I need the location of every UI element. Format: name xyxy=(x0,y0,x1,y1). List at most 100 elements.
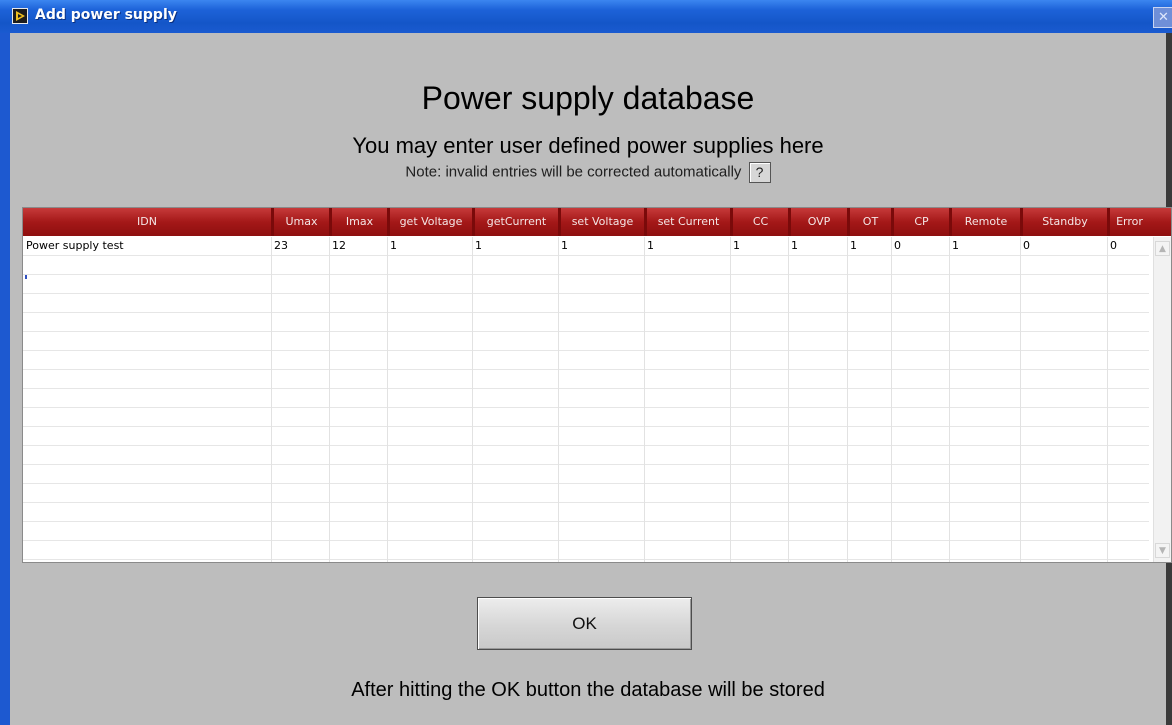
table-cell[interactable] xyxy=(472,332,558,351)
table-cell[interactable] xyxy=(329,465,387,484)
table-cell[interactable] xyxy=(329,275,387,294)
table-cell[interactable] xyxy=(387,256,472,275)
table-cell[interactable] xyxy=(847,351,891,370)
table-cell[interactable] xyxy=(23,370,271,389)
table-cell[interactable] xyxy=(788,522,847,541)
table-cell[interactable] xyxy=(558,275,644,294)
table-cell[interactable]: 1 xyxy=(949,237,1020,256)
table-cell[interactable] xyxy=(644,484,730,503)
table-cell[interactable] xyxy=(23,427,271,446)
table-cell[interactable] xyxy=(271,370,329,389)
table-row[interactable] xyxy=(23,370,1149,389)
table-cell[interactable] xyxy=(23,446,271,465)
table-cell[interactable] xyxy=(1107,503,1149,522)
table-cell[interactable] xyxy=(23,351,271,370)
column-header[interactable]: getCurrent xyxy=(472,208,558,236)
table-cell[interactable] xyxy=(891,446,949,465)
table-cell[interactable] xyxy=(472,465,558,484)
table-cell[interactable] xyxy=(271,275,329,294)
table-cell[interactable] xyxy=(558,503,644,522)
table-cell[interactable] xyxy=(1107,389,1149,408)
table-cell[interactable] xyxy=(558,522,644,541)
table-cell[interactable] xyxy=(949,332,1020,351)
table-cell[interactable] xyxy=(788,427,847,446)
table-cell[interactable]: 1 xyxy=(472,237,558,256)
table-cell[interactable]: 23 xyxy=(271,237,329,256)
table-row[interactable] xyxy=(23,389,1149,408)
table-cell[interactable] xyxy=(329,313,387,332)
table-cell[interactable] xyxy=(644,256,730,275)
table-cell[interactable] xyxy=(949,484,1020,503)
table-cell[interactable] xyxy=(847,522,891,541)
table-cell[interactable] xyxy=(788,465,847,484)
table-cell[interactable] xyxy=(1020,522,1107,541)
table-cell[interactable] xyxy=(23,313,271,332)
close-button[interactable]: ✕ xyxy=(1153,7,1172,28)
table-cell[interactable] xyxy=(949,275,1020,294)
table-cell[interactable]: 1 xyxy=(558,237,644,256)
table-cell[interactable] xyxy=(730,313,788,332)
table-cell[interactable] xyxy=(558,313,644,332)
table-cell[interactable] xyxy=(730,408,788,427)
table-cell[interactable] xyxy=(644,389,730,408)
table-cell[interactable] xyxy=(949,294,1020,313)
table-cell[interactable] xyxy=(558,351,644,370)
table-row[interactable] xyxy=(23,465,1149,484)
table-cell[interactable] xyxy=(949,351,1020,370)
table-cell[interactable]: 1 xyxy=(730,237,788,256)
table-cell[interactable] xyxy=(644,427,730,446)
table-cell[interactable] xyxy=(730,465,788,484)
table-row[interactable]: Power supply test 23 12 1 1 1 1 1 1 1 0 1 0 0 xyxy=(23,237,1149,256)
table-cell[interactable] xyxy=(788,389,847,408)
table-cell[interactable] xyxy=(730,294,788,313)
table-cell[interactable] xyxy=(891,351,949,370)
table-cell[interactable] xyxy=(1107,351,1149,370)
table-cell[interactable] xyxy=(891,522,949,541)
table-cell[interactable] xyxy=(472,256,558,275)
table-cell[interactable] xyxy=(1020,332,1107,351)
table-cell[interactable] xyxy=(558,389,644,408)
column-header[interactable]: Umax xyxy=(271,208,329,236)
table-cell[interactable]: 1 xyxy=(788,237,847,256)
table-cell[interactable] xyxy=(271,332,329,351)
table-cell[interactable] xyxy=(271,522,329,541)
table-cell[interactable] xyxy=(472,408,558,427)
table-row[interactable] xyxy=(23,351,1149,370)
table-cell[interactable] xyxy=(271,541,329,560)
table-cell[interactable]: 0 xyxy=(1107,237,1149,256)
table-row[interactable] xyxy=(23,256,1149,275)
table-cell[interactable] xyxy=(644,351,730,370)
table-scrollbar[interactable]: ▲ ▼ xyxy=(1153,237,1171,562)
table-cell[interactable] xyxy=(271,427,329,446)
table-cell[interactable] xyxy=(271,313,329,332)
table-cell[interactable] xyxy=(730,484,788,503)
table-cell[interactable] xyxy=(387,522,472,541)
table-cell[interactable] xyxy=(1020,503,1107,522)
table-cell[interactable] xyxy=(644,332,730,351)
table-cell[interactable] xyxy=(949,370,1020,389)
table-cell[interactable] xyxy=(788,313,847,332)
table-cell[interactable] xyxy=(271,465,329,484)
table-cell[interactable] xyxy=(558,294,644,313)
table-cell[interactable] xyxy=(644,465,730,484)
table-cell[interactable] xyxy=(472,522,558,541)
table-cell[interactable] xyxy=(472,294,558,313)
table-cell[interactable] xyxy=(730,389,788,408)
table-cell[interactable] xyxy=(891,389,949,408)
column-header[interactable]: OVP xyxy=(788,208,847,236)
table-cell[interactable] xyxy=(1020,484,1107,503)
table-cell[interactable] xyxy=(730,332,788,351)
table-cell[interactable] xyxy=(891,294,949,313)
table-cell[interactable] xyxy=(329,427,387,446)
table-cell[interactable] xyxy=(730,446,788,465)
table-cell[interactable] xyxy=(847,465,891,484)
table-cell[interactable] xyxy=(891,256,949,275)
table-cell[interactable] xyxy=(949,465,1020,484)
table-cell[interactable] xyxy=(23,389,271,408)
column-header[interactable]: Imax xyxy=(329,208,387,236)
table-cell[interactable] xyxy=(730,275,788,294)
table-cell[interactable] xyxy=(23,503,271,522)
table-cell[interactable] xyxy=(1107,275,1149,294)
table-cell[interactable] xyxy=(387,541,472,560)
table-cell[interactable] xyxy=(558,332,644,351)
